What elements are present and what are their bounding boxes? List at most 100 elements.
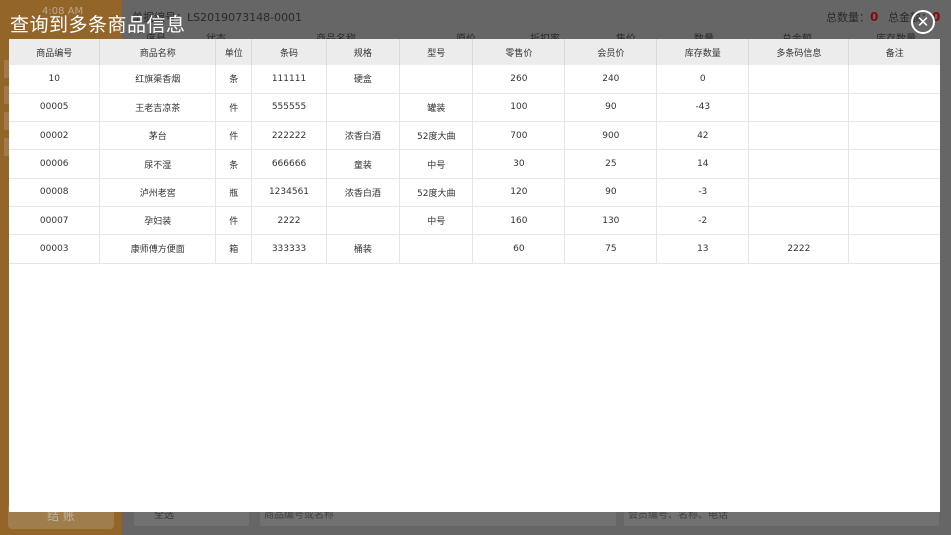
cell-model: 中号: [399, 149, 474, 179]
cell-retail-price: 60: [472, 234, 566, 264]
cell-stock: -43: [656, 93, 750, 123]
table-header-row: 商品编号 商品名称 单位 条码 规格 型号 零售价 会员价 库存数量 多条码信息…: [9, 39, 940, 65]
cell-unit: 件: [215, 93, 253, 123]
cell-barcode: 222222: [251, 121, 327, 151]
cell-stock: 13: [656, 234, 750, 264]
cell-barcode: 111111: [251, 65, 327, 94]
cell-member-price: 75: [564, 234, 658, 264]
cell-stock: 14: [656, 149, 750, 179]
cell-stock: 0: [656, 65, 750, 94]
col-header-model: 型号: [399, 39, 474, 65]
cell-unit: 箱: [215, 234, 253, 264]
cell-spec: [326, 206, 401, 236]
cell-product-code: 00007: [9, 206, 101, 236]
product-results-dialog: 商品编号 商品名称 单位 条码 规格 型号 零售价 会员价 库存数量 多条码信息…: [9, 39, 940, 512]
cell-model: 中号: [399, 206, 474, 236]
col-header-product-code: 商品编号: [9, 39, 101, 65]
cell-model: [399, 234, 474, 264]
cell-remark: [848, 178, 940, 207]
cell-multi-barcode: [748, 121, 850, 151]
cell-product-name: 茅台: [99, 121, 217, 151]
cell-product-code: 10: [9, 65, 101, 94]
cell-product-code: 00002: [9, 121, 101, 151]
cell-retail-price: 160: [472, 206, 566, 236]
cell-barcode: 1234561: [251, 178, 327, 207]
cell-stock: 42: [656, 121, 750, 151]
cell-product-code: 00003: [9, 234, 101, 264]
cell-retail-price: 700: [472, 121, 566, 151]
col-header-retail-price: 零售价: [472, 39, 566, 65]
cell-model: 52度大曲: [399, 178, 474, 207]
cell-multi-barcode: [748, 178, 850, 207]
cell-product-code: 00006: [9, 149, 101, 179]
cell-member-price: 90: [564, 93, 658, 123]
cell-barcode: 555555: [251, 93, 327, 123]
cell-unit: 件: [215, 121, 253, 151]
cell-multi-barcode: [748, 206, 850, 236]
cell-product-name: 尿不湿: [99, 149, 217, 179]
cell-spec: 桶装: [326, 234, 401, 264]
modal-title: 查询到多条商品信息: [10, 14, 186, 36]
cell-stock: -2: [656, 206, 750, 236]
table-row[interactable]: 00002 茅台 件 222222 浓香白酒 52度大曲 700 900 42: [9, 121, 940, 151]
cell-product-code: 00008: [9, 178, 101, 207]
cell-product-name: 王老吉凉茶: [99, 93, 217, 123]
cell-multi-barcode: [748, 65, 850, 94]
cell-model: 52度大曲: [399, 121, 474, 151]
col-header-unit: 单位: [215, 39, 253, 65]
cell-barcode: 2222: [251, 206, 327, 236]
cell-unit: 条: [215, 149, 253, 179]
table-row[interactable]: 00005 王老吉凉茶 件 555555 罐装 100 90 -43: [9, 93, 940, 123]
cell-model: [399, 65, 474, 94]
cell-remark: [848, 121, 940, 151]
cell-retail-price: 100: [472, 93, 566, 123]
cell-retail-price: 260: [472, 65, 566, 94]
col-header-stock: 库存数量: [656, 39, 750, 65]
cell-multi-barcode: [748, 93, 850, 123]
cell-member-price: 25: [564, 149, 658, 179]
cell-spec: 童装: [326, 149, 401, 179]
col-header-member-price: 会员价: [564, 39, 658, 65]
cell-member-price: 90: [564, 178, 658, 207]
cell-barcode: 333333: [251, 234, 327, 264]
close-icon[interactable]: ✕: [911, 10, 935, 34]
cell-barcode: 666666: [251, 149, 327, 179]
table-row[interactable]: 10 红旗渠香烟 条 111111 硬盒 260 240 0: [9, 65, 940, 94]
cell-remark: [848, 149, 940, 179]
cell-model: 罐装: [399, 93, 474, 123]
cell-spec: 浓香白酒: [326, 121, 401, 151]
cell-remark: [848, 206, 940, 236]
cell-member-price: 900: [564, 121, 658, 151]
product-results-table: 商品编号 商品名称 单位 条码 规格 型号 零售价 会员价 库存数量 多条码信息…: [9, 39, 940, 264]
table-row[interactable]: 00003 康师傅方便面 箱 333333 桶装 60 75 13 2222: [9, 234, 940, 264]
cell-unit: 瓶: [215, 178, 253, 207]
cell-remark: [848, 65, 940, 94]
cell-multi-barcode: 2222: [748, 234, 850, 264]
cell-product-code: 00005: [9, 93, 101, 123]
cell-member-price: 240: [564, 65, 658, 94]
cell-remark: [848, 93, 940, 123]
cell-unit: 条: [215, 65, 253, 94]
cell-member-price: 130: [564, 206, 658, 236]
cell-retail-price: 120: [472, 178, 566, 207]
col-header-spec: 规格: [326, 39, 401, 65]
cell-unit: 件: [215, 206, 253, 236]
cell-spec: 浓香白酒: [326, 178, 401, 207]
col-header-multi-barcode: 多条码信息: [748, 39, 850, 65]
col-header-barcode: 条码: [251, 39, 327, 65]
cell-multi-barcode: [748, 149, 850, 179]
cell-product-name: 孕妇装: [99, 206, 217, 236]
cell-product-name: 泸州老窖: [99, 178, 217, 207]
cell-stock: -3: [656, 178, 750, 207]
table-row[interactable]: 00006 尿不湿 条 666666 童装 中号 30 25 14: [9, 149, 940, 179]
cell-retail-price: 30: [472, 149, 566, 179]
cell-product-name: 红旗渠香烟: [99, 65, 217, 94]
cell-remark: [848, 234, 940, 264]
col-header-product-name: 商品名称: [99, 39, 217, 65]
cell-spec: [326, 93, 401, 123]
cell-product-name: 康师傅方便面: [99, 234, 217, 264]
table-row[interactable]: 00007 孕妇装 件 2222 中号 160 130 -2: [9, 206, 940, 236]
table-row[interactable]: 00008 泸州老窖 瓶 1234561 浓香白酒 52度大曲 120 90 -…: [9, 178, 940, 207]
cell-spec: 硬盒: [326, 65, 401, 94]
col-header-remark: 备注: [848, 39, 940, 65]
